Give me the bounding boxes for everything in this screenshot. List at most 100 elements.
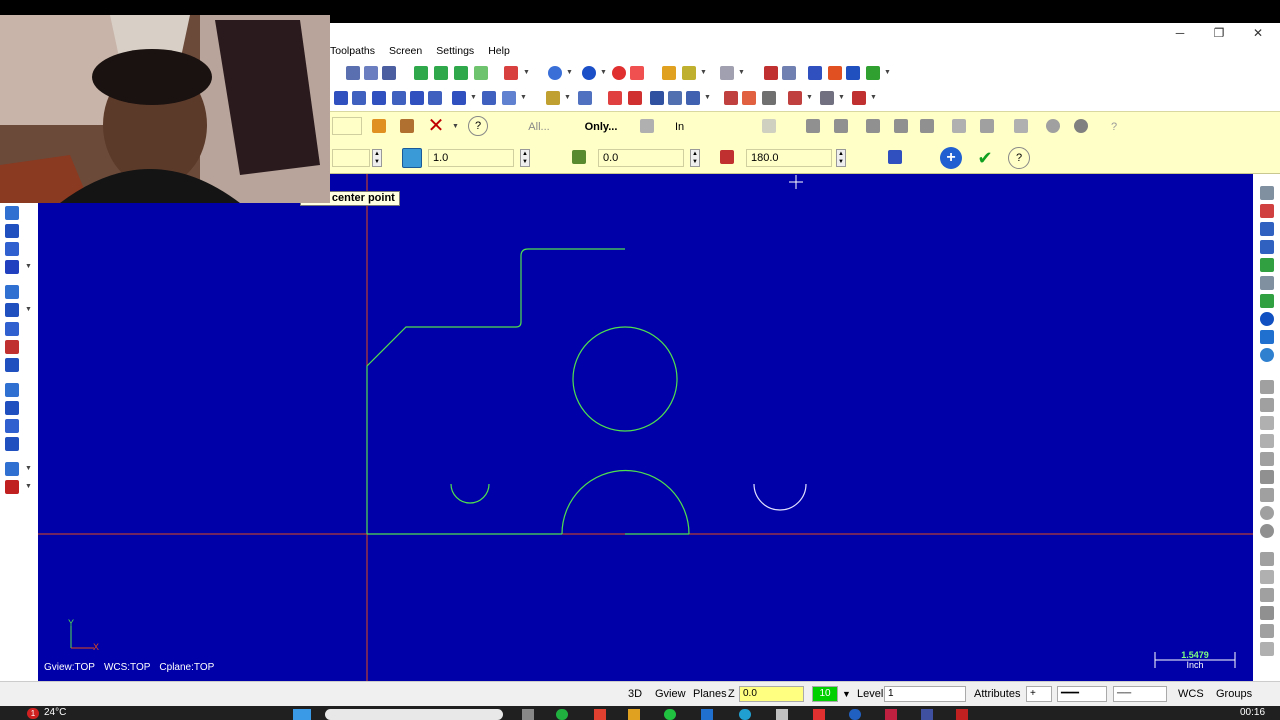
view-icon[interactable] — [548, 66, 562, 80]
help-icon[interactable]: ? — [468, 116, 488, 136]
tool-icon[interactable] — [834, 119, 848, 133]
solid-icon[interactable] — [474, 66, 488, 80]
app-icon[interactable] — [813, 709, 825, 720]
radius-icon[interactable] — [402, 148, 422, 168]
tool-icon[interactable] — [364, 66, 378, 80]
chevron-down-icon[interactable]: ▼ — [884, 69, 891, 76]
tool-icon[interactable] — [920, 119, 934, 133]
create-point-icon[interactable] — [5, 206, 19, 220]
app-icon[interactable] — [885, 709, 897, 720]
apply-icon[interactable]: + — [940, 147, 962, 169]
chevron-down-icon[interactable]: ▼ — [870, 94, 877, 101]
tool-icon[interactable] — [952, 119, 966, 133]
tool-icon[interactable] — [720, 66, 734, 80]
tool-icon[interactable] — [1260, 416, 1274, 430]
tool-icon[interactable] — [5, 285, 19, 299]
chevron-down-icon[interactable]: ▼ — [704, 94, 711, 101]
chevron-down-icon[interactable]: ▼ — [25, 306, 32, 313]
tool-icon[interactable] — [650, 91, 664, 105]
start-icon[interactable] — [293, 709, 311, 720]
tool-icon[interactable] — [828, 66, 842, 80]
line-width-dropdown[interactable]: ── — [1113, 686, 1167, 702]
spin-control[interactable]: ▲ ▼ — [372, 149, 382, 167]
tool-icon[interactable] — [1260, 642, 1274, 656]
create-arc-icon[interactable] — [5, 224, 19, 238]
alert-badge[interactable]: 1 — [27, 708, 39, 719]
tool-icon[interactable] — [628, 91, 642, 105]
tool-icon[interactable] — [1260, 348, 1274, 362]
tool-icon[interactable] — [1260, 398, 1274, 412]
tool-icon[interactable] — [808, 66, 822, 80]
tool-icon[interactable] — [5, 322, 19, 336]
tool-icon[interactable] — [1260, 312, 1274, 326]
tool-icon[interactable] — [1260, 204, 1274, 218]
tool-icon[interactable] — [1260, 294, 1274, 308]
select-all-button[interactable]: All... — [516, 116, 562, 138]
start-angle-spin[interactable]: ▲ ▼ — [690, 149, 700, 167]
minimize-button[interactable]: ─ — [1165, 23, 1195, 43]
pencil-icon[interactable] — [662, 66, 676, 80]
chevron-down-icon[interactable]: ▼ — [25, 465, 32, 472]
tool-icon[interactable] — [1260, 186, 1274, 200]
radius-spin[interactable]: ▲ ▼ — [520, 149, 530, 167]
tool-icon[interactable] — [1260, 258, 1274, 272]
attributes-button[interactable]: Attributes — [974, 687, 1020, 701]
tool-icon[interactable] — [1260, 434, 1274, 448]
chevron-down-icon[interactable]: ▼ — [842, 687, 851, 701]
tool-icon[interactable] — [372, 91, 386, 105]
tool-icon[interactable] — [866, 119, 880, 133]
tool-icon[interactable] — [1260, 470, 1274, 484]
app-icon[interactable] — [701, 709, 713, 720]
chevron-down-icon[interactable]: ▼ — [564, 94, 571, 101]
tool-icon[interactable] — [352, 91, 366, 105]
create-line-icon[interactable] — [5, 242, 19, 256]
tool-icon[interactable] — [502, 91, 516, 105]
tool-icon[interactable] — [894, 119, 908, 133]
line-style-dropdown[interactable]: ━━━ — [1057, 686, 1107, 702]
app-icon[interactable] — [776, 709, 788, 720]
sweep-angle-input[interactable]: 180.0 — [746, 149, 832, 167]
search-input[interactable] — [325, 709, 503, 720]
fillet-icon[interactable] — [5, 260, 19, 274]
erase-icon[interactable] — [630, 66, 644, 80]
app-icon[interactable] — [594, 709, 606, 720]
radius-input[interactable]: 1.0 — [428, 149, 514, 167]
3d-toggle[interactable]: 3D — [628, 687, 642, 701]
edit-icon[interactable] — [682, 66, 696, 80]
tool-icon[interactable] — [608, 91, 622, 105]
color-swatch[interactable]: 10 — [812, 686, 838, 702]
tool-icon[interactable] — [392, 91, 406, 105]
chevron-down-icon[interactable]: ▼ — [600, 69, 607, 76]
app-icon[interactable] — [556, 709, 568, 720]
tool-icon[interactable] — [782, 66, 796, 80]
tool-icon[interactable] — [1260, 624, 1274, 638]
help-icon[interactable]: ? — [1008, 147, 1030, 169]
tool-icon[interactable] — [5, 437, 19, 451]
start-angle-icon[interactable] — [572, 150, 586, 164]
tool-icon[interactable] — [852, 91, 866, 105]
ribbon-dropdown[interactable] — [332, 149, 370, 167]
tool-icon[interactable] — [334, 91, 348, 105]
tool-icon[interactable] — [1260, 570, 1274, 584]
tool-icon[interactable] — [742, 91, 756, 105]
gview-button[interactable]: Gview — [655, 687, 686, 701]
z-depth-input[interactable]: 0.0 — [739, 686, 804, 702]
tool-icon[interactable] — [546, 91, 560, 105]
auto-cursor-icon[interactable] — [372, 119, 386, 133]
tool-icon[interactable] — [5, 303, 19, 317]
tool-icon[interactable] — [1260, 506, 1274, 520]
chevron-down-icon[interactable]: ▼ — [806, 94, 813, 101]
chevron-down-icon[interactable]: ▼ — [838, 94, 845, 101]
close-button[interactable]: ✕ — [1243, 23, 1273, 43]
menu-toolpaths[interactable]: Toolpaths — [330, 43, 375, 59]
tool-icon[interactable] — [668, 91, 682, 105]
tool-icon[interactable] — [5, 419, 19, 433]
tool-icon[interactable] — [5, 358, 19, 372]
sweep-angle-icon[interactable] — [720, 150, 734, 164]
selection-mode-dropdown[interactable] — [332, 117, 362, 135]
app-icon[interactable] — [522, 709, 534, 720]
tool-icon[interactable] — [1260, 452, 1274, 466]
browser-icon[interactable] — [739, 709, 751, 720]
clock-time[interactable]: 00:16 — [1240, 707, 1265, 718]
folder-icon[interactable] — [628, 709, 640, 720]
